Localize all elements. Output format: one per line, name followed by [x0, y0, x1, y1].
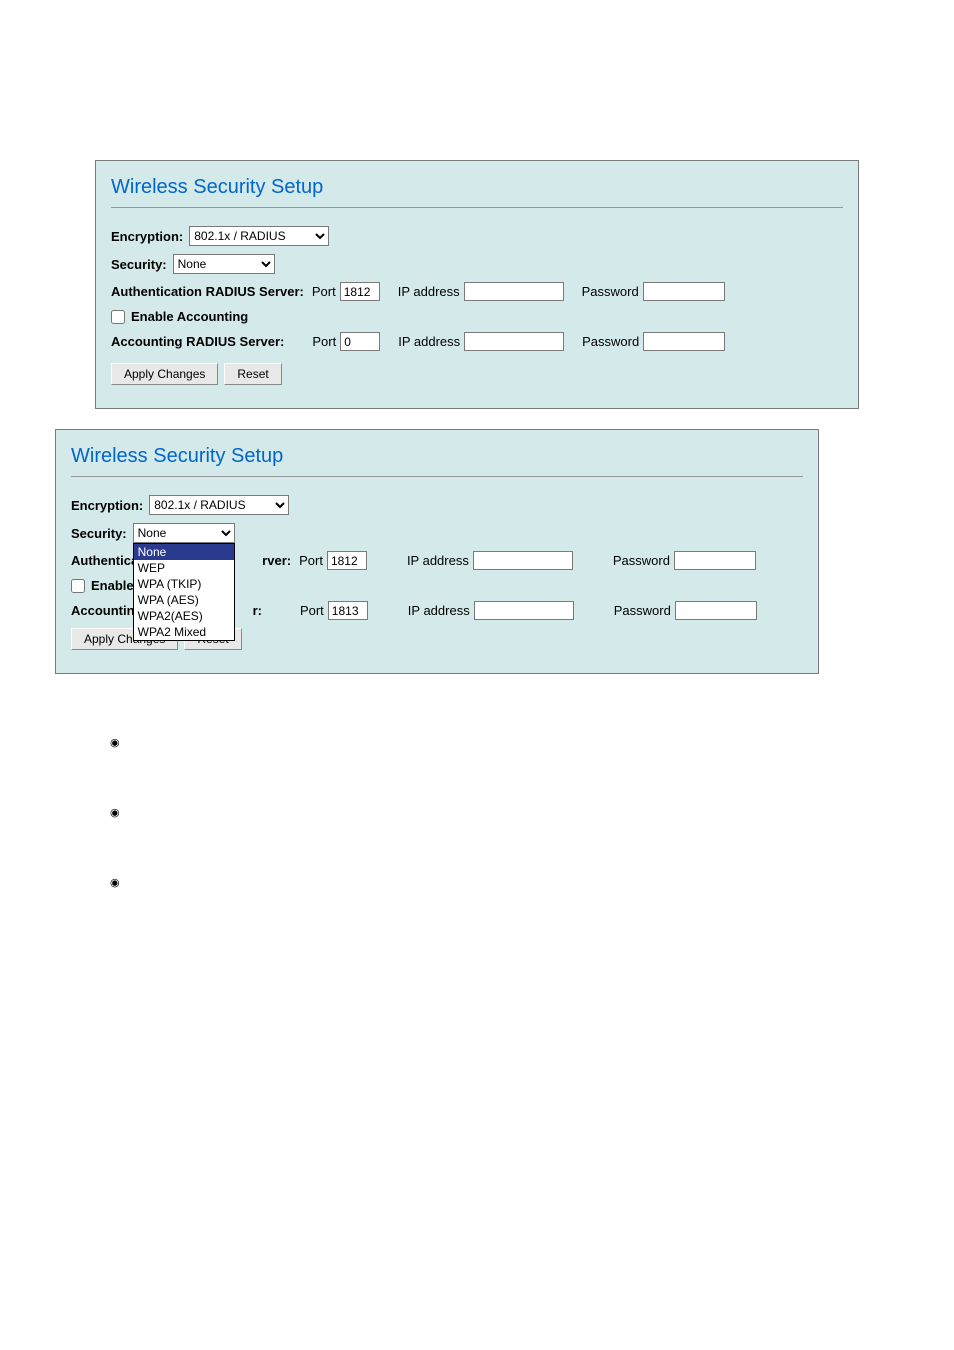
- security-select[interactable]: None: [133, 523, 235, 543]
- ip-label: IP address: [398, 334, 460, 349]
- password-label: Password: [582, 284, 639, 299]
- radio-dot-icon: ◉: [110, 876, 120, 889]
- auth-password-input[interactable]: [643, 282, 725, 301]
- ip-label: IP address: [408, 603, 470, 618]
- enable-accounting-label-partial: Enable: [91, 578, 134, 593]
- acct-radius-label: Accounting RADIUS Server:: [111, 334, 284, 349]
- acct-port-input[interactable]: [328, 601, 368, 620]
- security-option-none[interactable]: None: [134, 544, 234, 560]
- radio-group: ◉ ◉ ◉: [110, 734, 954, 889]
- port-label: Port: [300, 603, 324, 618]
- encryption-label: Encryption:: [71, 498, 143, 513]
- enable-accounting-label: Enable Accounting: [131, 309, 248, 324]
- encryption-select[interactable]: 802.1x / RADIUS: [149, 495, 289, 515]
- password-label: Password: [582, 334, 639, 349]
- security-option-wpa2-mixed[interactable]: WPA2 Mixed: [134, 624, 234, 640]
- reset-button[interactable]: Reset: [224, 363, 281, 385]
- encryption-select[interactable]: 802.1x / RADIUS: [189, 226, 329, 246]
- panel-title: Wireless Security Setup: [71, 440, 803, 477]
- password-label: Password: [614, 603, 671, 618]
- radio-item-1[interactable]: ◉: [110, 734, 954, 749]
- auth-ip-input[interactable]: [473, 551, 573, 570]
- port-label: Port: [299, 553, 323, 568]
- security-label: Security:: [111, 257, 167, 272]
- acct-password-input[interactable]: [643, 332, 725, 351]
- enable-accounting-checkbox[interactable]: [71, 579, 85, 593]
- radio-dot-icon: ◉: [110, 736, 120, 749]
- acct-ip-input[interactable]: [464, 332, 564, 351]
- security-panel-1: Wireless Security Setup Encryption: 802.…: [96, 161, 858, 408]
- security-dropdown-list[interactable]: None WEP WPA (TKIP) WPA (AES) WPA2(AES) …: [133, 543, 235, 641]
- acct-radius-label-partial: Accountin: [71, 603, 135, 618]
- port-label: Port: [312, 284, 336, 299]
- auth-password-input[interactable]: [674, 551, 756, 570]
- security-option-wpa-aes[interactable]: WPA (AES): [134, 592, 234, 608]
- acct-port-input[interactable]: [340, 332, 380, 351]
- apply-changes-button[interactable]: Apply Changes: [111, 363, 218, 385]
- encryption-label: Encryption:: [111, 229, 183, 244]
- ip-label: IP address: [398, 284, 460, 299]
- auth-radius-label-suffix: rver:: [262, 553, 291, 568]
- enable-accounting-checkbox[interactable]: [111, 310, 125, 324]
- auth-port-input[interactable]: [327, 551, 367, 570]
- security-option-wpa2-aes[interactable]: WPA2(AES): [134, 608, 234, 624]
- panel-title: Wireless Security Setup: [111, 171, 843, 208]
- password-label: Password: [613, 553, 670, 568]
- radio-item-2[interactable]: ◉: [110, 804, 954, 819]
- acct-password-input[interactable]: [675, 601, 757, 620]
- port-label: Port: [312, 334, 336, 349]
- auth-radius-label: Authentication RADIUS Server:: [111, 284, 304, 299]
- auth-radius-label-partial: Authentica: [71, 553, 138, 568]
- security-label: Security:: [71, 526, 127, 541]
- auth-ip-input[interactable]: [464, 282, 564, 301]
- acct-ip-input[interactable]: [474, 601, 574, 620]
- auth-port-input[interactable]: [340, 282, 380, 301]
- acct-radius-label-suffix: r:: [253, 603, 262, 618]
- security-panel-2: Wireless Security Setup Encryption: 802.…: [56, 430, 818, 673]
- security-select[interactable]: None: [173, 254, 275, 274]
- radio-dot-icon: ◉: [110, 806, 120, 819]
- security-option-wpa-tkip[interactable]: WPA (TKIP): [134, 576, 234, 592]
- security-option-wep[interactable]: WEP: [134, 560, 234, 576]
- radio-item-3[interactable]: ◉: [110, 874, 954, 889]
- ip-label: IP address: [407, 553, 469, 568]
